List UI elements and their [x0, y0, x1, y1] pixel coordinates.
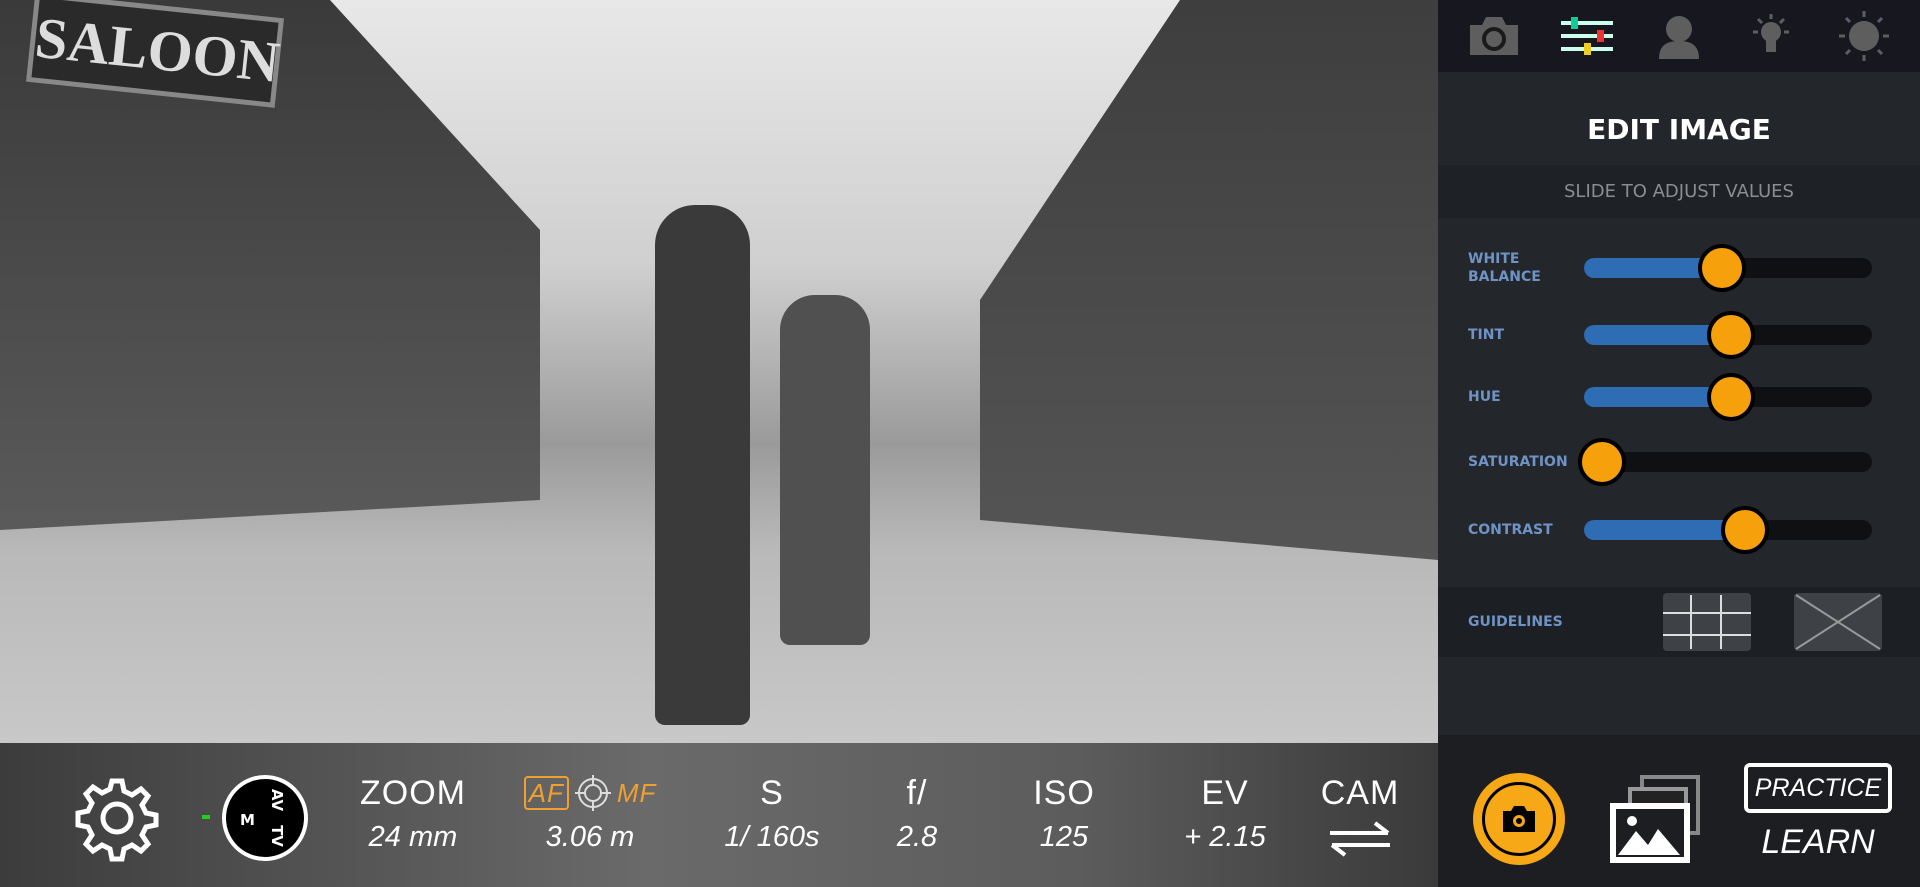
- panel-title: EDIT IMAGE: [1587, 113, 1771, 146]
- shutter-label: S: [760, 774, 784, 812]
- tab-sun[interactable]: [1829, 6, 1899, 66]
- cam-label: CAM: [1320, 774, 1400, 812]
- tab-lighting[interactable]: [1736, 6, 1806, 66]
- camera-icon: [1470, 17, 1519, 55]
- tab-camera[interactable]: [1459, 6, 1529, 66]
- tab-portrait[interactable]: [1644, 6, 1714, 66]
- mode-indicator: [202, 815, 210, 819]
- shutter-value: 1/ 160s: [724, 821, 820, 853]
- slider-track[interactable]: [1584, 311, 1872, 359]
- aperture-control[interactable]: f/ 2.8: [847, 773, 987, 854]
- slider-track[interactable]: [1578, 438, 1872, 486]
- panel-tabs: [1438, 0, 1920, 72]
- camera-icon: [1503, 806, 1535, 832]
- camera-controls-bar: AV TV M ZOOM 24 mm AF MF 3.06 m S 1/ 160…: [0, 743, 1438, 887]
- slider-row-hue: HUE: [1438, 373, 1920, 421]
- shutter-control[interactable]: S 1/ 160s: [702, 773, 842, 854]
- diagonal-guideline-button[interactable]: [1794, 593, 1882, 651]
- slider-label: TINT: [1468, 327, 1505, 343]
- aperture-label: f/: [906, 774, 928, 812]
- slider-label: WHITE BALANCE: [1468, 251, 1541, 285]
- aperture-value: 2.8: [896, 821, 938, 853]
- lightbulb-icon: [1753, 14, 1790, 52]
- slider-track[interactable]: [1584, 373, 1872, 421]
- af-button[interactable]: AF: [523, 776, 569, 810]
- gear-icon: [75, 778, 159, 862]
- mf-button[interactable]: MF: [617, 773, 657, 813]
- switch-camera-button[interactable]: CAM: [1290, 773, 1430, 863]
- sliders-icon: [1560, 17, 1613, 55]
- iso-control[interactable]: ISO 125: [994, 773, 1134, 854]
- character-man: [780, 295, 870, 645]
- character-woman: [655, 205, 750, 725]
- gallery-icon: [1610, 775, 1700, 863]
- edit-panel: EDIT IMAGE SLIDE TO ADJUST VALUES WHITE …: [1438, 0, 1920, 887]
- slider-row-saturation: SATURATION: [1438, 438, 1920, 486]
- slider-label: CONTRAST: [1468, 522, 1553, 538]
- mode-dial[interactable]: AV TV M: [222, 775, 308, 861]
- mode-tv: TV: [267, 825, 286, 847]
- right-buildings: [980, 0, 1438, 560]
- ev-control[interactable]: EV + 2.15: [1155, 773, 1295, 854]
- slider-thumb[interactable]: [1578, 438, 1626, 486]
- focus-target-icon: [574, 775, 611, 811]
- focus-distance-value: 3.06 m: [545, 821, 635, 853]
- mode-av: AV: [268, 788, 287, 812]
- grid-guideline-button[interactable]: [1663, 593, 1751, 651]
- guidelines-label: GUIDELINES: [1468, 614, 1563, 630]
- mode-m: M: [240, 811, 255, 829]
- practice-button[interactable]: PRACTICE: [1744, 763, 1892, 813]
- slider-row-tint: TINT: [1438, 311, 1920, 359]
- slider-thumb[interactable]: [1721, 506, 1770, 554]
- ev-value: + 2.15: [1184, 821, 1266, 853]
- slider-row-white-balance: WHITE BALANCE: [1438, 244, 1920, 292]
- iso-label: ISO: [1033, 774, 1095, 812]
- gallery-button[interactable]: [1606, 775, 1702, 869]
- panel-actions: PRACTICE LEARN: [1438, 735, 1920, 887]
- slider-label: HUE: [1468, 389, 1501, 405]
- slider-track[interactable]: [1584, 244, 1872, 292]
- slider-thumb[interactable]: [1706, 373, 1755, 421]
- focus-control[interactable]: AF MF 3.06 m: [510, 773, 670, 854]
- settings-button[interactable]: [72, 773, 162, 863]
- zoom-value: 24 mm: [368, 821, 458, 853]
- shutter-button[interactable]: [1473, 773, 1565, 865]
- slider-thumb[interactable]: [1706, 311, 1755, 359]
- ev-label: EV: [1201, 774, 1249, 812]
- slider-thumb[interactable]: [1698, 244, 1747, 292]
- swap-arrows-icon: [1330, 821, 1390, 857]
- grid-icon: [1663, 595, 1751, 649]
- iso-value: 125: [1039, 821, 1089, 853]
- sun-icon: [1838, 11, 1889, 61]
- person-icon: [1658, 16, 1699, 59]
- learn-button[interactable]: LEARN: [1744, 823, 1892, 862]
- guidelines-row: GUIDELINES: [1438, 587, 1920, 657]
- tab-adjust[interactable]: [1552, 6, 1622, 66]
- slider-track[interactable]: [1584, 506, 1872, 554]
- slider-row-contrast: CONTRAST: [1438, 506, 1920, 554]
- slider-label: SATURATION: [1468, 454, 1568, 470]
- zoom-control[interactable]: ZOOM 24 mm: [343, 773, 483, 854]
- panel-subtitle: SLIDE TO ADJUST VALUES: [1438, 165, 1920, 218]
- diagonal-cross-icon: [1795, 594, 1881, 650]
- zoom-label: ZOOM: [360, 774, 466, 812]
